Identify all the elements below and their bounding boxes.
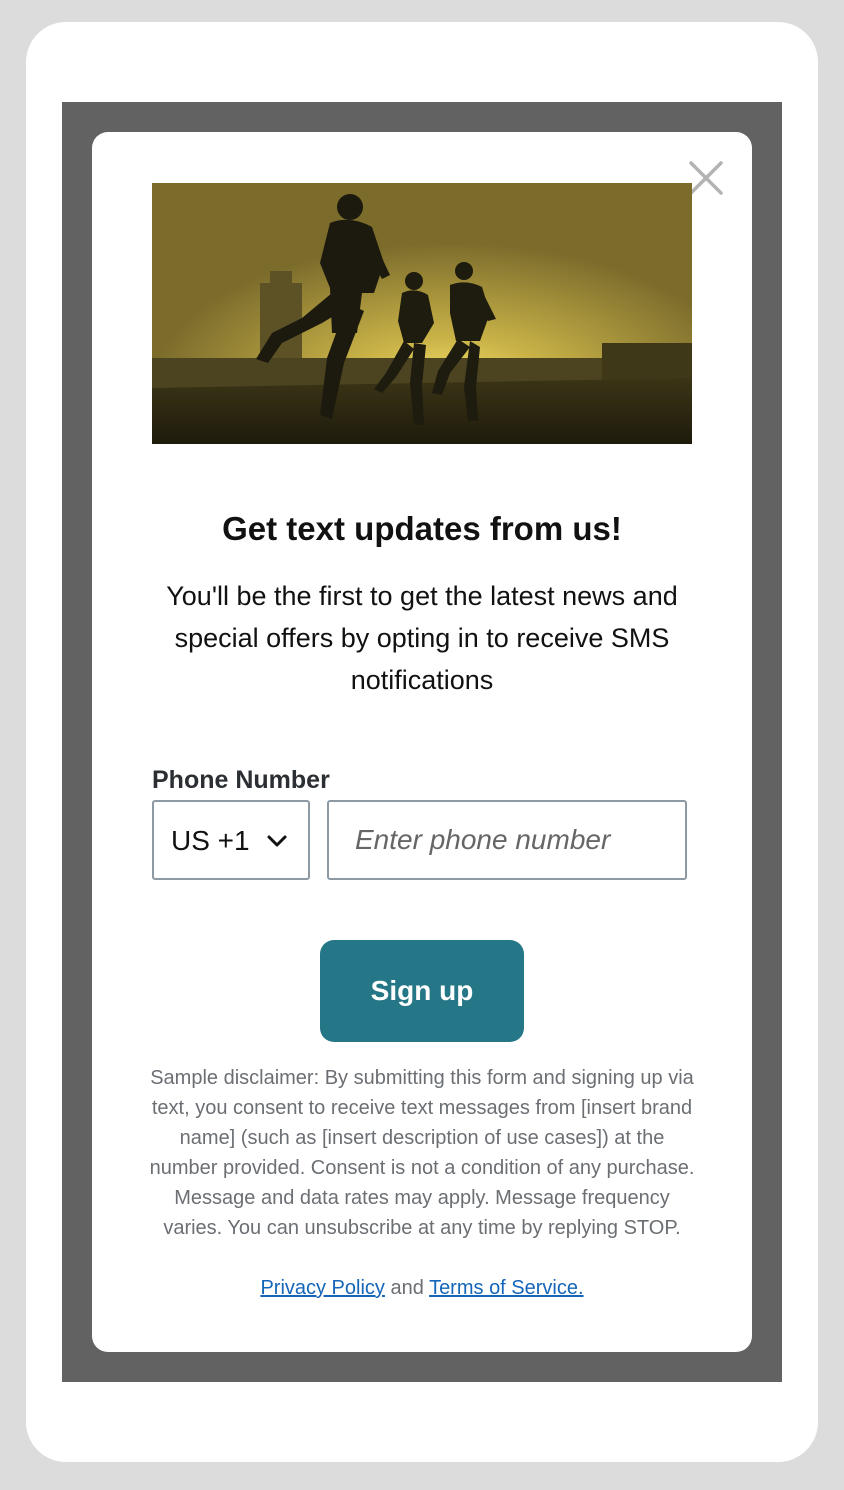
links-joiner: and <box>390 1277 424 1299</box>
modal-subtitle: You'll be the first to get the latest ne… <box>166 581 678 695</box>
chevron-down-icon <box>266 830 288 852</box>
sign-up-button[interactable]: Sign up <box>320 940 524 1042</box>
modal-title: Get text updates from us! <box>222 510 622 547</box>
hero-image <box>152 183 692 444</box>
terms-of-service-link[interactable]: Terms of Service. <box>429 1277 583 1299</box>
phone-number-label: Phone Number <box>152 766 330 794</box>
sms-signup-modal: Get text updates from us! You'll be the … <box>92 132 752 1352</box>
country-code-value: US +1 <box>171 825 250 856</box>
close-icon[interactable] <box>688 160 724 196</box>
phone-number-input[interactable] <box>327 800 687 880</box>
legal-links: Privacy Policy and Terms of Service. <box>92 1273 752 1303</box>
privacy-policy-link[interactable]: Privacy Policy <box>260 1277 384 1299</box>
country-code-select[interactable]: US +1 <box>152 800 310 880</box>
disclaimer-text: Sample disclaimer: By submitting this fo… <box>149 1067 695 1239</box>
